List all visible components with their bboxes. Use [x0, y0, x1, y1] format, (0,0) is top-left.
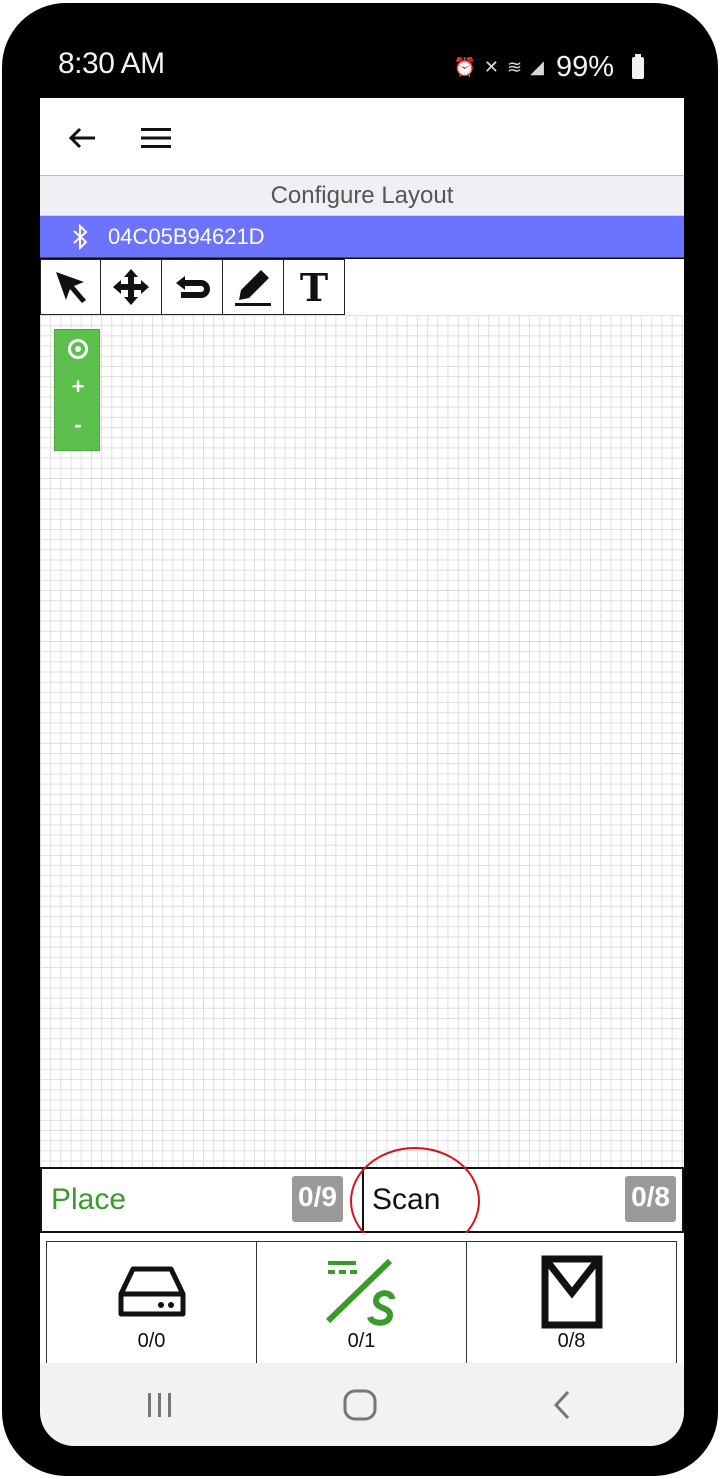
scan-count-badge: 0/8 — [625, 1176, 676, 1222]
status-bar: 8:30 AM ⏰ ✕ ≋ ◢ 99% — [40, 41, 684, 98]
place-count-badge: 0/9 — [292, 1176, 343, 1222]
screen: 8:30 AM ⏰ ✕ ≋ ◢ 99% Configure Layout 04C… — [40, 41, 684, 1446]
alarm-icon: ⏰ — [453, 57, 476, 77]
wire-sensor-icon — [325, 1258, 395, 1326]
back-button[interactable] — [64, 120, 100, 156]
tile-icon-wrap — [257, 1252, 466, 1332]
wifi-icon: ≋ — [507, 57, 523, 77]
home-button[interactable] — [338, 1383, 382, 1427]
menu-button[interactable] — [138, 120, 174, 156]
undo-tool-button[interactable] — [161, 259, 223, 315]
toolbar: T — [40, 259, 684, 315]
text-tool-button[interactable]: T — [283, 259, 345, 315]
move-tool-button[interactable] — [100, 259, 162, 315]
layout-canvas[interactable]: + - — [40, 315, 684, 1167]
target-icon — [68, 339, 88, 359]
mute-icon: ✕ — [483, 57, 500, 77]
device-bar[interactable]: 04C05B94621D — [40, 216, 684, 258]
recenter-button[interactable] — [55, 330, 101, 368]
signal-icon: ◢ — [530, 57, 544, 77]
envelope-box-icon — [541, 1255, 602, 1329]
place-tab[interactable]: Place — [51, 1183, 126, 1217]
zoom-in-button[interactable]: + — [55, 368, 101, 406]
zoom-out-button[interactable]: - — [55, 406, 101, 444]
tile-count: 0/0 — [137, 1330, 166, 1352]
page-title: Configure Layout — [40, 176, 684, 216]
arrow-left-icon — [68, 127, 95, 149]
tile-hard-drive[interactable]: 0/0 — [46, 1241, 257, 1366]
recents-button[interactable] — [138, 1383, 182, 1427]
cursor-arrow-icon — [56, 272, 86, 303]
tile-wire-sensor[interactable]: 0/1 — [256, 1241, 467, 1366]
move-arrows-icon — [113, 269, 149, 305]
zoom-panel: + - — [54, 329, 100, 451]
tile-count: 0/1 — [347, 1330, 376, 1352]
tile-icon-wrap — [467, 1252, 676, 1332]
device-id: 04C05B94621D — [108, 224, 265, 249]
recents-icon — [148, 1393, 171, 1417]
hard-drive-icon — [118, 1266, 185, 1317]
text-tool-icon: T — [299, 264, 329, 310]
status-icons: ⏰ ✕ ≋ ◢ 99% — [453, 51, 644, 84]
tile-envelope-box[interactable]: 0/8 — [466, 1241, 677, 1366]
back-chevron-icon — [553, 1390, 570, 1420]
status-time: 8:30 AM — [58, 47, 165, 80]
system-nav-bar — [40, 1363, 684, 1446]
tile-icon-wrap — [47, 1252, 256, 1332]
battery-percent: 99% — [555, 51, 614, 83]
nav-back-button[interactable] — [540, 1383, 584, 1427]
select-tool-button[interactable] — [40, 259, 102, 315]
app-bar — [40, 98, 684, 176]
phone-frame: 8:30 AM ⏰ ✕ ≋ ◢ 99% Configure Layout 04C… — [2, 3, 718, 1476]
draw-tool-button[interactable] — [222, 259, 284, 315]
bluetooth-icon — [73, 224, 88, 250]
hamburger-menu-icon — [141, 128, 171, 148]
device-tiles: 0/0 0/1 0/8 — [40, 1233, 684, 1366]
home-icon — [343, 1389, 377, 1421]
tile-count: 0/8 — [557, 1330, 586, 1352]
undo-icon — [176, 276, 210, 298]
pencil-icon — [235, 270, 271, 306]
battery-icon — [632, 53, 644, 79]
